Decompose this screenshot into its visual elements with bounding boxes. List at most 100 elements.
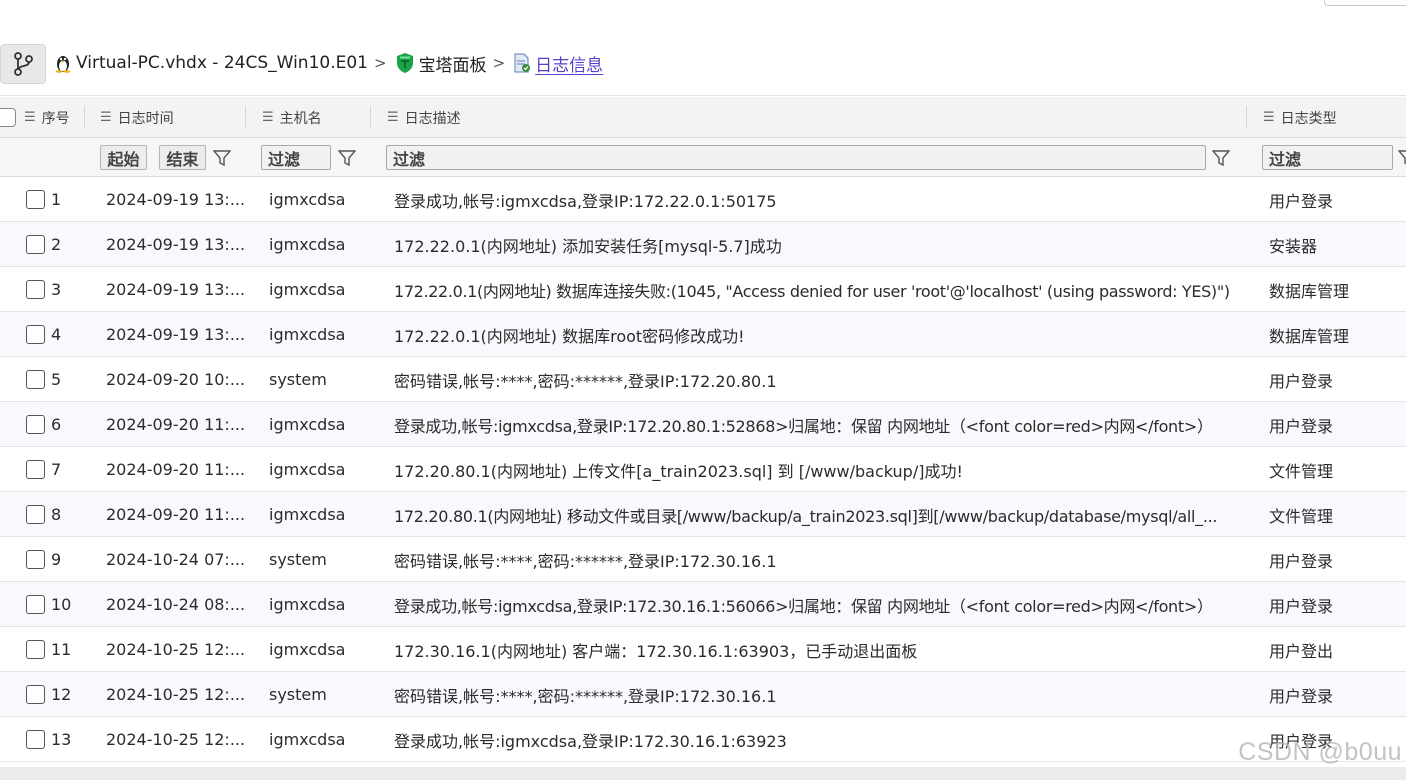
- row-checkbox[interactable]: [26, 370, 45, 389]
- row-checkbox[interactable]: [26, 325, 45, 344]
- time-start-filter-button[interactable]: 起始: [100, 145, 147, 170]
- seq-cell: 11: [26, 627, 71, 672]
- filter-funnel-icon[interactable]: [1212, 149, 1230, 167]
- time-end-filter-button[interactable]: 结束: [159, 145, 206, 170]
- type-cell: 用户登录: [1269, 191, 1334, 211]
- desc-cell: 172.22.0.1(内网地址) 数据库连接失败:(1045, "Access …: [394, 281, 1230, 301]
- host-cell: system: [269, 370, 327, 389]
- desc-cell: 172.30.16.1(内网地址) 客户端：172.30.16.1:63903，…: [394, 641, 918, 661]
- breadcrumb-item-baota[interactable]: 宝塔面板: [395, 51, 487, 76]
- table-row[interactable]: 13 2024-10-25 12:... igmxcdsa 登录成功,帐号:ig…: [0, 717, 1406, 762]
- column-divider[interactable]: [84, 106, 85, 128]
- row-checkbox[interactable]: [26, 460, 45, 479]
- filter-funnel-icon[interactable]: [1398, 149, 1406, 167]
- row-checkbox[interactable]: [26, 415, 45, 434]
- desc-cell: 密码错误,帐号:****,密码:******,登录IP:172.30.16.1: [394, 686, 777, 706]
- row-checkbox[interactable]: [26, 550, 45, 569]
- type-cell: 用户登录: [1269, 596, 1334, 616]
- column-divider[interactable]: [245, 106, 246, 128]
- type-cell: 安装器: [1269, 236, 1318, 256]
- seq-value: 3: [51, 280, 62, 299]
- column-header-type[interactable]: ☰ 日志类型: [1263, 97, 1337, 138]
- desc-cell: 172.20.80.1(内网地址) 移动文件或目录[/www/backup/a_…: [394, 506, 1218, 526]
- host-cell: system: [269, 550, 327, 569]
- column-label: 日志类型: [1280, 110, 1337, 127]
- seq-value: 5: [51, 370, 62, 389]
- column-label: 主机名: [279, 110, 322, 127]
- type-cell: 用户登录: [1269, 371, 1334, 391]
- desc-cell: 172.22.0.1(内网地址) 添加安装任务[mysql-5.7]成功: [394, 236, 782, 256]
- table-header: ☰ 序号 ☰ 日志时间 ☰ 主机名 ☰ 日志描述 ☰ 日志类型: [0, 97, 1406, 138]
- row-checkbox[interactable]: [26, 235, 45, 254]
- seq-value: 4: [51, 325, 62, 344]
- breadcrumb-label: 日志信息: [535, 55, 604, 76]
- table-row[interactable]: 12 2024-10-25 12:... system 密码错误,帐号:****…: [0, 672, 1406, 717]
- row-checkbox[interactable]: [26, 280, 45, 299]
- row-checkbox[interactable]: [26, 595, 45, 614]
- desc-cell: 密码错误,帐号:****,密码:******,登录IP:172.20.80.1: [394, 371, 777, 391]
- table-row[interactable]: 3 2024-09-19 13:... igmxcdsa 172.22.0.1(…: [0, 267, 1406, 312]
- column-header-host[interactable]: ☰ 主机名: [262, 97, 322, 138]
- column-label: 日志时间: [117, 110, 174, 127]
- column-menu-icon: ☰: [100, 110, 112, 125]
- seq-value: 13: [51, 730, 72, 749]
- table-row[interactable]: 8 2024-09-20 11:... igmxcdsa 172.20.80.1…: [0, 492, 1406, 537]
- top-strip: [0, 0, 1406, 40]
- seq-value: 7: [51, 460, 62, 479]
- select-all-checkbox[interactable]: [0, 108, 16, 127]
- row-checkbox[interactable]: [26, 685, 45, 704]
- table-row[interactable]: 2 2024-09-19 13:... igmxcdsa 172.22.0.1(…: [0, 222, 1406, 267]
- top-right-control[interactable]: [1324, 0, 1406, 6]
- seq-value: 1: [51, 190, 62, 209]
- type-cell: 用户登录: [1269, 686, 1334, 706]
- column-label: 日志描述: [404, 110, 461, 127]
- column-header-desc[interactable]: ☰ 日志描述: [387, 97, 461, 138]
- table-row[interactable]: 4 2024-09-19 13:... igmxcdsa 172.22.0.1(…: [0, 312, 1406, 357]
- log-file-icon: [514, 53, 531, 73]
- seq-cell: 13: [26, 717, 71, 762]
- desc-filter-input[interactable]: 过滤: [386, 145, 1206, 170]
- column-header-time[interactable]: ☰ 日志时间: [100, 97, 174, 138]
- column-menu-icon: ☰: [262, 110, 274, 125]
- type-cell: 用户登出: [1269, 641, 1334, 661]
- row-checkbox[interactable]: [26, 640, 45, 659]
- breadcrumb-item-log-info[interactable]: 日志信息: [513, 51, 603, 76]
- seq-cell: 7: [26, 447, 61, 492]
- column-divider[interactable]: [370, 106, 371, 128]
- desc-cell: 登录成功,帐号:igmxcdsa,登录IP:172.30.16.1:63923: [394, 731, 787, 751]
- seq-value: 9: [51, 550, 62, 569]
- column-menu-icon: ☰: [1263, 110, 1275, 125]
- time-cell: 2024-09-20 11:...: [106, 505, 244, 524]
- table-row[interactable]: 6 2024-09-20 11:... igmxcdsa 登录成功,帐号:igm…: [0, 402, 1406, 447]
- type-filter-input[interactable]: 过滤: [1262, 145, 1393, 170]
- row-checkbox[interactable]: [26, 505, 45, 524]
- desc-cell: 登录成功,帐号:igmxcdsa,登录IP:172.20.80.1:52868>…: [394, 416, 1213, 436]
- time-cell: 2024-10-25 12:...: [106, 685, 244, 704]
- desc-cell: 登录成功,帐号:igmxcdsa,登录IP:172.22.0.1:50175: [394, 191, 777, 211]
- breadcrumb-item-image[interactable]: Virtual-PC.vhdx - 24CS_Win10.E01: [54, 53, 368, 73]
- filter-funnel-icon[interactable]: [213, 149, 231, 167]
- row-checkbox[interactable]: [26, 730, 45, 749]
- horizontal-scrollbar[interactable]: [0, 767, 1406, 780]
- table-row[interactable]: 1 2024-09-19 13:... igmxcdsa 登录成功,帐号:igm…: [0, 177, 1406, 222]
- type-cell: 用户登录: [1269, 416, 1334, 436]
- table-row[interactable]: 11 2024-10-25 12:... igmxcdsa 172.30.16.…: [0, 627, 1406, 672]
- column-divider[interactable]: [1246, 106, 1247, 128]
- time-cell: 2024-10-24 07:...: [106, 550, 244, 569]
- type-cell: 文件管理: [1269, 506, 1334, 526]
- filter-funnel-icon[interactable]: [338, 149, 356, 167]
- host-cell: igmxcdsa: [269, 415, 346, 434]
- host-cell: igmxcdsa: [269, 505, 346, 524]
- table-row[interactable]: 10 2024-10-24 08:... igmxcdsa 登录成功,帐号:ig…: [0, 582, 1406, 627]
- host-cell: igmxcdsa: [269, 595, 346, 614]
- table-row[interactable]: 9 2024-10-24 07:... system 密码错误,帐号:****,…: [0, 537, 1406, 582]
- tree-branch-button[interactable]: [0, 44, 46, 84]
- row-checkbox[interactable]: [26, 190, 45, 209]
- table-row[interactable]: 5 2024-09-20 10:... system 密码错误,帐号:****,…: [0, 357, 1406, 402]
- column-header-seq[interactable]: ☰ 序号: [24, 97, 70, 138]
- column-menu-icon: ☰: [24, 110, 36, 125]
- column-menu-icon: ☰: [387, 110, 399, 125]
- host-filter-input[interactable]: 过滤: [261, 145, 331, 170]
- type-cell: 数据库管理: [1269, 326, 1350, 346]
- table-row[interactable]: 7 2024-09-20 11:... igmxcdsa 172.20.80.1…: [0, 447, 1406, 492]
